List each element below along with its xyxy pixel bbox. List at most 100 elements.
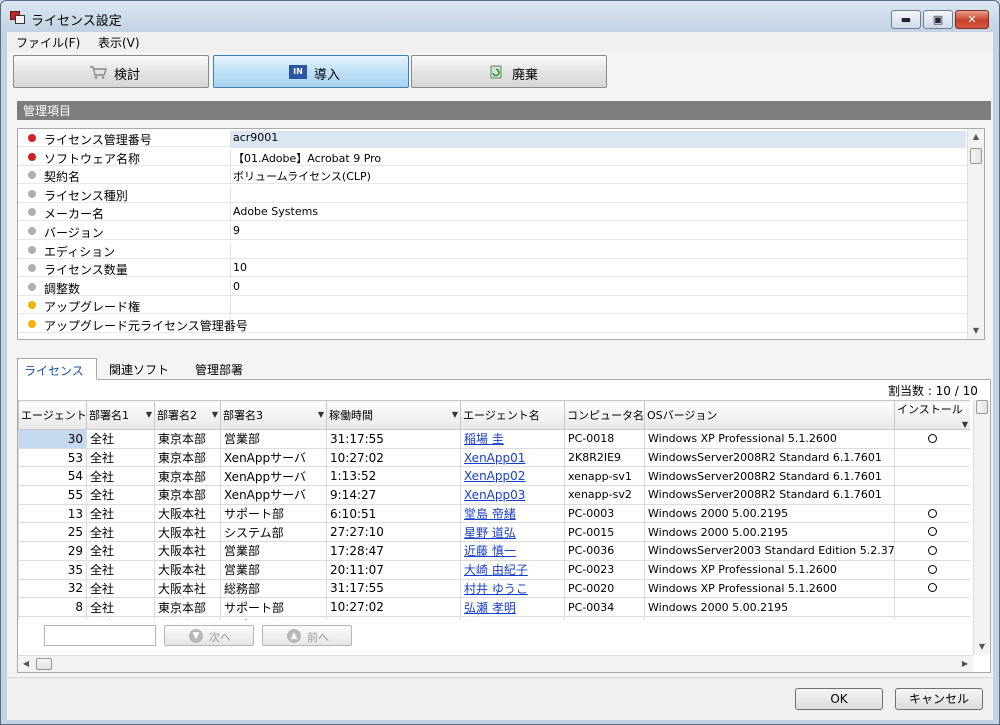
table-row[interactable]: 55 全社 東京本部 XenAppサーバ 9:14:27 XenApp03 xenapp-s… xyxy=(18,485,970,505)
table-row[interactable]: 30 全社 東京本部 営業部 31:17:55 稲場 圭 PC-0018 Windows XP… xyxy=(18,429,970,449)
column-header[interactable]: エージェントNO xyxy=(18,400,87,430)
property-value[interactable] xyxy=(230,242,966,260)
close-button[interactable]: ✕ xyxy=(955,10,989,29)
scroll-thumb[interactable] xyxy=(976,400,988,414)
column-header[interactable]: 部署名1 ▼ xyxy=(86,400,155,430)
ok-button[interactable]: OK xyxy=(795,688,883,710)
property-row[interactable]: アップグレード権 xyxy=(18,296,968,316)
property-row[interactable]: ライセンス数量 10 xyxy=(18,259,968,279)
property-row[interactable]: バージョン 9 xyxy=(18,222,968,241)
agent-link[interactable]: 弘瀬 孝明 xyxy=(464,601,516,615)
property-value[interactable] xyxy=(230,298,966,316)
sort-arrow-icon[interactable]: ▼ xyxy=(318,410,324,419)
tab-license-assignment[interactable]: ライセンス割当 xyxy=(17,358,97,395)
property-row[interactable]: アップグレード元ライセンス管理番号 xyxy=(18,315,968,334)
agent-name-cell[interactable]: 稲場 圭 xyxy=(460,429,565,449)
cancel-button[interactable]: キャンセル xyxy=(895,688,983,710)
scroll-right-arrow[interactable]: ▶ xyxy=(957,656,973,672)
table-row[interactable]: 35 全社 大阪本社 営業部 20:11:07 大崎 由紀子 PC-0023 Windows … xyxy=(18,559,970,580)
property-scrollbar[interactable]: ▲ ▼ xyxy=(967,129,984,339)
property-value[interactable]: 【01.Adobe】Acrobat 9 Pro xyxy=(230,149,966,167)
property-value[interactable]: ボリュームライセンス(CLP) xyxy=(230,168,966,186)
property-row[interactable]: メーカー名 Adobe Systems xyxy=(18,203,968,223)
scroll-down-arrow[interactable]: ▼ xyxy=(968,323,984,339)
agent-link[interactable]: 秋田 千尋 xyxy=(464,619,516,620)
agent-link[interactable]: 稲場 圭 xyxy=(464,432,504,446)
title-bar[interactable]: ライセンス設定 ▬ ▣ ✕ xyxy=(1,1,999,31)
agent-name-cell[interactable]: 秋田 千尋 xyxy=(460,615,565,620)
agent-link[interactable]: XenApp02 xyxy=(464,469,525,483)
scroll-thumb[interactable] xyxy=(36,658,52,670)
sort-arrow-icon[interactable]: ▼ xyxy=(452,410,458,419)
table-row[interactable]: 32 全社 大阪本社 総務部 31:17:55 村井 ゆうこ PC-0020 Windows … xyxy=(18,578,970,599)
agent-name-cell[interactable]: 星野 道弘 xyxy=(460,522,565,543)
table-scrollbar[interactable]: ▲ ▼ xyxy=(973,400,990,655)
table-row[interactable]: 53 全社 東京本部 XenAppサーバ 10:27:02 XenApp01 2K8R2IE… xyxy=(18,447,970,468)
property-row[interactable]: 調整数 0 xyxy=(18,278,968,297)
scroll-up-arrow[interactable]: ▲ xyxy=(968,129,984,145)
import-button[interactable]: IN 導入 xyxy=(213,55,409,88)
property-row[interactable]: ライセンス管理番号 acr9001 xyxy=(18,129,968,148)
agent-link[interactable]: 近藤 慎一 xyxy=(464,544,516,558)
review-button[interactable]: 検討 xyxy=(13,55,209,88)
discard-button[interactable]: 廃棄 xyxy=(411,55,607,88)
property-value[interactable] xyxy=(230,186,966,204)
column-header[interactable]: OSバージョン xyxy=(644,400,895,430)
agent-name-cell[interactable]: 堂島 帝緒 xyxy=(460,503,565,524)
column-header[interactable]: インストール ▼ xyxy=(894,400,970,430)
agent-name-cell[interactable]: 弘瀬 孝明 xyxy=(460,597,565,617)
next-button[interactable]: ▼ 次へ xyxy=(164,625,254,646)
table-row[interactable]: 54 全社 東京本部 XenAppサーバ 1:13:52 XenApp02 xenapp-s… xyxy=(18,466,970,487)
table-cell: 1:13:52 xyxy=(326,615,461,620)
agent-link[interactable]: 星野 道弘 xyxy=(464,526,516,540)
property-row[interactable]: エディション xyxy=(18,241,968,260)
scroll-left-arrow[interactable]: ◀ xyxy=(18,656,34,672)
scroll-thumb[interactable] xyxy=(970,148,982,164)
prev-button[interactable]: ▲ 前へ xyxy=(262,625,352,646)
minimize-button[interactable]: ▬ xyxy=(891,10,921,29)
column-header[interactable]: 部署名3 ▼ xyxy=(220,400,327,430)
property-value[interactable]: 9 xyxy=(230,224,966,241)
column-header[interactable]: エージェント名 xyxy=(460,400,565,430)
agent-link[interactable]: XenApp01 xyxy=(464,451,525,465)
table-row[interactable]: 29 全社 大阪本社 営業部 17:28:47 近藤 慎一 PC-0036 WindowsSe… xyxy=(18,541,970,561)
menu-view[interactable]: 表示(V) xyxy=(98,34,140,51)
agent-name-cell[interactable]: 大崎 由紀子 xyxy=(460,559,565,580)
property-value[interactable]: 0 xyxy=(230,279,966,297)
agent-name-cell[interactable]: XenApp02 xyxy=(460,466,565,487)
column-header[interactable]: 稼働時間 ▼ xyxy=(326,400,461,430)
sort-arrow-icon[interactable]: ▼ xyxy=(962,420,968,429)
column-header[interactable]: コンピュータ名 xyxy=(564,400,645,430)
menu-file[interactable]: ファイル(F) xyxy=(16,34,80,51)
agent-link[interactable]: 堂島 帝緒 xyxy=(464,507,516,521)
property-value[interactable]: Adobe Systems xyxy=(230,205,966,223)
page-input[interactable] xyxy=(44,625,156,646)
agent-name-cell[interactable]: XenApp03 xyxy=(460,485,565,505)
agent-link[interactable]: XenApp03 xyxy=(464,488,525,502)
horizontal-scrollbar[interactable]: ◀ ▶ xyxy=(18,655,973,672)
agent-name-cell[interactable]: 村井 ゆうこ xyxy=(460,578,565,599)
column-header-label: 部署名3 xyxy=(223,409,263,422)
maximize-button[interactable]: ▣ xyxy=(923,10,953,29)
property-value[interactable] xyxy=(230,317,966,334)
agent-link[interactable]: 村井 ゆうこ xyxy=(464,582,528,596)
sort-arrow-icon[interactable]: ▼ xyxy=(212,410,218,419)
table-row[interactable]: 13 全社 大阪本社 サポート部 6:10:51 堂島 帝緒 PC-0003 Windows … xyxy=(18,503,970,524)
property-row[interactable]: 契約名 ボリュームライセンス(CLP) xyxy=(18,166,968,186)
table-row[interactable]: 7全社東京本部サポート部1:13:52秋田 千尋 PC-0031Windows 2… xyxy=(18,615,970,620)
table-row[interactable]: 25 全社 大阪本社 システム部 27:27:10 星野 道弘 PC-0015 Windows… xyxy=(18,522,970,543)
table-scroll-track[interactable]: ▲ ▼ xyxy=(974,400,990,655)
agent-name-cell[interactable]: 近藤 慎一 xyxy=(460,541,565,561)
agent-link[interactable]: 大崎 由紀子 xyxy=(464,563,528,577)
scroll-down-arrow[interactable]: ▼ xyxy=(974,639,990,655)
agent-name-cell[interactable]: XenApp01 xyxy=(460,447,565,468)
property-value[interactable]: acr9001 xyxy=(230,131,966,148)
column-header[interactable]: 部署名2 ▼ xyxy=(154,400,221,430)
tab-related-software[interactable]: 関連ソフトウェア xyxy=(103,358,183,394)
property-row[interactable]: ライセンス種別 xyxy=(18,185,968,204)
tab-managing-department[interactable]: 管理部署 xyxy=(189,358,259,380)
property-value[interactable]: 10 xyxy=(230,261,966,279)
table-row[interactable]: 8 全社 東京本部 サポート部 10:27:02 弘瀬 孝明 PC-0034 Windows … xyxy=(18,597,970,617)
sort-arrow-icon[interactable]: ▼ xyxy=(146,410,152,419)
property-row[interactable]: ソフトウェア名称 【01.Adobe】Acrobat 9 Pro xyxy=(18,148,968,167)
